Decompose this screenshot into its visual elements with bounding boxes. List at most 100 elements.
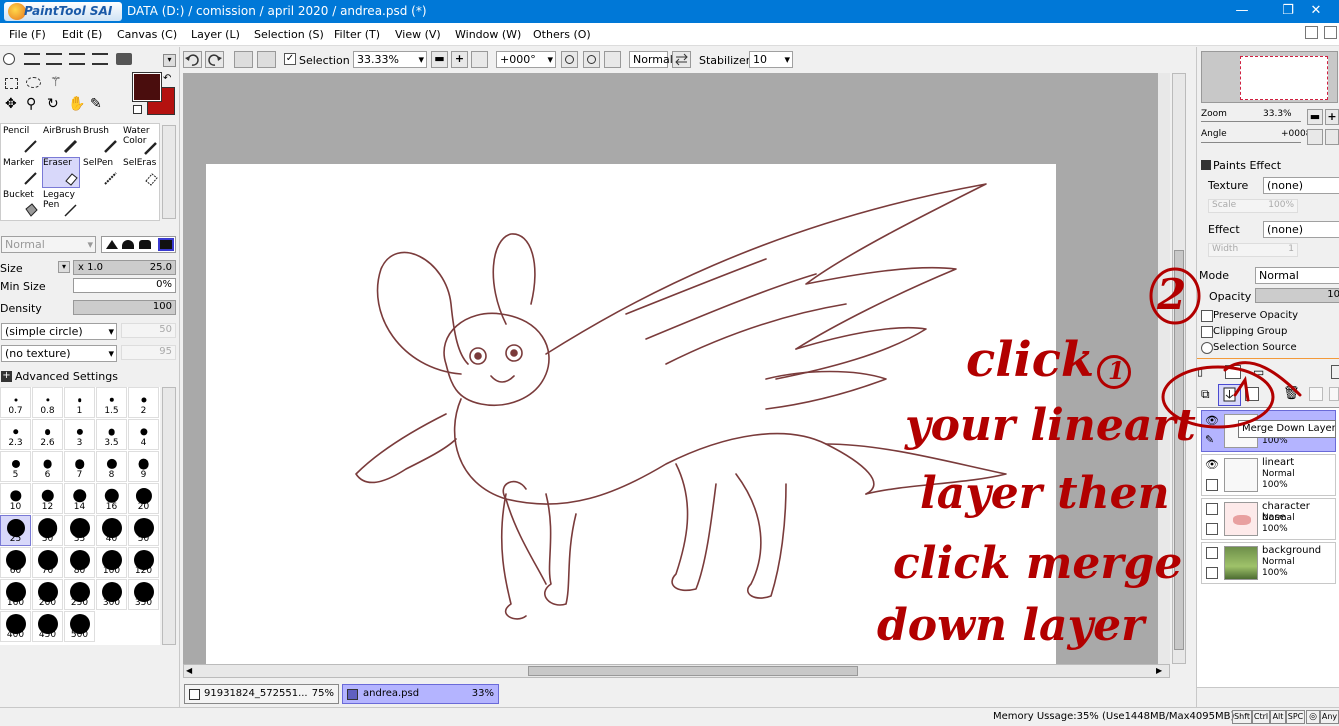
tool-legacy-pen[interactable]: Legacy Pen (42, 189, 80, 220)
doc-tab-1[interactable]: 91931824_572551... 75% (184, 684, 339, 704)
visibility-checkbox[interactable] (1206, 503, 1218, 515)
brush-grid-scrollbar[interactable] (162, 387, 176, 645)
brush-size-80[interactable]: 80 (64, 547, 95, 578)
scale-field[interactable]: Scale 100% (1208, 199, 1298, 213)
menu-others[interactable]: Others (O) (533, 28, 591, 41)
selection-checkbox[interactable]: ✓ (284, 53, 296, 65)
menu-file[interactable]: File (F) (9, 28, 46, 41)
canvas-horizontal-scrollbar[interactable]: ◀ ▶ (183, 664, 1170, 678)
texture-select[interactable]: (none) (1263, 177, 1339, 194)
menu-canvas[interactable]: Canvas (C) (117, 28, 177, 41)
expand-icon[interactable]: + (1, 371, 12, 382)
tool-bucket[interactable]: Bucket (2, 189, 40, 220)
transparent-color-icon[interactable] (133, 105, 142, 114)
brush-size-70[interactable]: 70 (32, 547, 63, 578)
texture-strength[interactable]: 95 (121, 345, 176, 360)
brush-size-14[interactable]: 14 (64, 483, 95, 514)
effect-select[interactable]: (none) (1263, 221, 1339, 238)
brush-size-10[interactable]: 10 (0, 483, 31, 514)
tool-list-scrollbar[interactable] (162, 125, 176, 219)
menu-window[interactable]: Window (W) (455, 28, 521, 41)
brush-size-4[interactable]: 4 (128, 419, 159, 450)
invert-selection-button[interactable] (257, 51, 276, 68)
menu-view[interactable]: View (V) (395, 28, 441, 41)
brush-size-20[interactable]: 20 (128, 483, 159, 514)
brush-size-50[interactable]: 50 (128, 515, 159, 546)
brush-size-40[interactable]: 40 (96, 515, 127, 546)
brush-size-250[interactable]: 250 (64, 579, 95, 610)
tool-brush[interactable]: Brush (82, 125, 120, 156)
brush-size-8[interactable]: 8 (96, 451, 127, 482)
brush-size-0.7[interactable]: 0.7 (0, 387, 31, 418)
brush-size-450[interactable]: 450 (32, 611, 63, 642)
move-icon[interactable]: ✥ (5, 96, 17, 112)
brush-size-2[interactable]: 2 (128, 387, 159, 418)
collapse-icon[interactable] (1201, 160, 1211, 170)
menu-layer[interactable]: Layer (L) (191, 28, 240, 41)
size-multiplier-dropdown[interactable]: ▾ (58, 261, 70, 273)
tool-eraser[interactable]: Eraser (42, 157, 80, 188)
menu-edit[interactable]: Edit (E) (62, 28, 102, 41)
rotate-reset-button[interactable] (604, 51, 621, 68)
rect-select-icon[interactable] (5, 78, 18, 89)
tool-marker[interactable]: Marker (2, 157, 40, 188)
advanced-settings-toggle[interactable]: Advanced Settings (15, 370, 118, 383)
width-field[interactable]: Width 1 (1208, 243, 1298, 257)
brush-edge-selector[interactable] (101, 236, 176, 253)
brush-size-3.5[interactable]: 3.5 (96, 419, 127, 450)
tool-airbrush[interactable]: AirBrush (42, 125, 81, 156)
panel-collapse-button[interactable]: ▾ (163, 54, 176, 67)
minimize-button[interactable]: — (1219, 0, 1265, 23)
close-doc-button[interactable] (1324, 26, 1337, 39)
scroll-right-icon[interactable]: ▶ (1156, 666, 1167, 676)
stabilizer-select[interactable]: 10 ▾ (749, 51, 793, 68)
tool-water-color[interactable]: Water Color (122, 125, 160, 156)
brush-mode-select[interactable]: Normal ▾ (1, 236, 96, 253)
brush-size-30[interactable]: 30 (32, 515, 63, 546)
menu-filter[interactable]: Filter (T) (334, 28, 380, 41)
color-circle-icon[interactable] (3, 53, 15, 65)
color-mixer-icon[interactable] (69, 53, 85, 65)
min-size-slider[interactable]: 0% (73, 278, 176, 293)
zoom-select[interactable]: 33.33% ▾ (353, 51, 427, 68)
brush-size-1.5[interactable]: 1.5 (96, 387, 127, 418)
brush-size-500[interactable]: 500 (64, 611, 95, 642)
hand-tool-icon[interactable]: ✋ (68, 96, 85, 112)
brush-size-5[interactable]: 5 (0, 451, 31, 482)
rotate-right-button[interactable] (583, 51, 600, 68)
zoom-out-button[interactable]: ▬ (431, 51, 448, 68)
angle-track[interactable] (1201, 142, 1301, 143)
nav-rotate-left-button[interactable] (1307, 129, 1323, 145)
close-button[interactable]: ✕ (1293, 0, 1339, 23)
brush-size-300[interactable]: 300 (96, 579, 127, 610)
layer-item-background[interactable]: background Normal 100% (1201, 542, 1336, 584)
scratchpad-icon[interactable] (116, 53, 132, 65)
primary-color-swatch[interactable] (132, 72, 162, 102)
lasso-icon[interactable] (26, 77, 41, 88)
color-swatch-icon[interactable] (92, 53, 108, 65)
nav-zoom-in-button[interactable]: + (1325, 109, 1339, 125)
rotate-tool-icon[interactable]: ↻ (47, 96, 59, 112)
doc-tab-2[interactable]: andrea.psd 33% (342, 684, 499, 704)
redo-button[interactable] (205, 51, 224, 68)
restore-doc-button[interactable] (1305, 26, 1318, 39)
brush-size-0.8[interactable]: 0.8 (32, 387, 63, 418)
layer-lock-checkbox[interactable] (1206, 567, 1218, 579)
undo-button[interactable] (183, 51, 202, 68)
size-slider[interactable]: x 1.0 25.0 (73, 260, 176, 275)
layer-item-character-base[interactable]: character base Normal 100% (1201, 498, 1336, 540)
brush-size-400[interactable]: 400 (0, 611, 31, 642)
swap-colors-icon[interactable]: ↶ (163, 73, 171, 84)
brush-size-1[interactable]: 1 (64, 387, 95, 418)
visibility-checkbox[interactable] (1206, 547, 1218, 559)
tool-seleras[interactable]: SelEras (122, 157, 160, 188)
brush-size-2.6[interactable]: 2.6 (32, 419, 63, 450)
shape-strength[interactable]: 50 (121, 323, 176, 338)
color-hsv-icon[interactable] (46, 53, 62, 65)
brush-size-200[interactable]: 200 (32, 579, 63, 610)
flip-horizontal-button[interactable] (672, 51, 691, 68)
brush-size-350[interactable]: 350 (128, 579, 159, 610)
horizontal-scroll-thumb[interactable] (528, 666, 858, 676)
eyedropper-icon[interactable]: ✎ (90, 96, 102, 112)
zoom-tool-icon[interactable]: ⚲ (26, 96, 36, 112)
